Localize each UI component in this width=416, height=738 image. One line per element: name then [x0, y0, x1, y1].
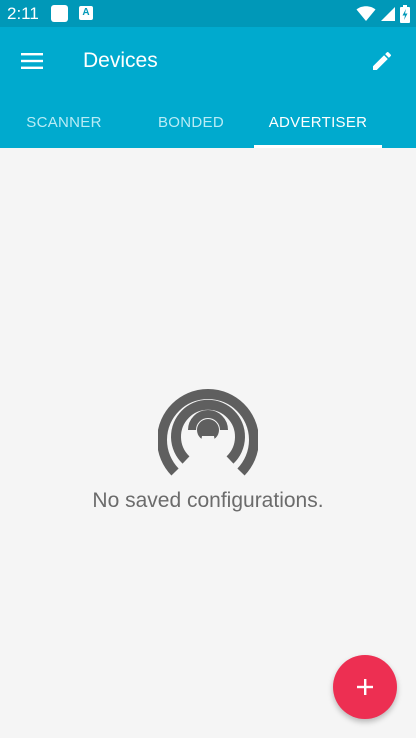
tab-scanner[interactable]: SCANNER [0, 97, 128, 148]
hamburger-menu-button[interactable] [12, 41, 52, 81]
page-title: Devices [83, 49, 158, 72]
wifi-icon [356, 6, 376, 21]
notification-square-icon [51, 5, 68, 22]
status-time: 2:11 [7, 4, 39, 23]
status-right-icons [352, 4, 410, 24]
tab-indicator [254, 145, 382, 148]
notification-a-icon: A [79, 6, 93, 20]
plus-icon [357, 679, 373, 695]
empty-state-message: No saved configurations. [92, 489, 324, 512]
pencil-icon [373, 51, 392, 70]
edit-button[interactable] [362, 41, 402, 81]
signal-icon [381, 7, 395, 21]
tab-advertiser[interactable]: ADVERTISER [254, 97, 382, 148]
add-configuration-button[interactable] [333, 655, 397, 719]
broadcast-icon [158, 389, 258, 476]
hamburger-menu-icon [21, 53, 43, 69]
app-bar: Devices SCANNER BONDED ADVERTISER [0, 27, 416, 148]
tab-bonded[interactable]: BONDED [127, 97, 255, 148]
battery-charging-icon [400, 5, 410, 23]
tab-bar: SCANNER BONDED ADVERTISER [0, 97, 416, 148]
status-bar: 2:11 A [0, 0, 416, 27]
